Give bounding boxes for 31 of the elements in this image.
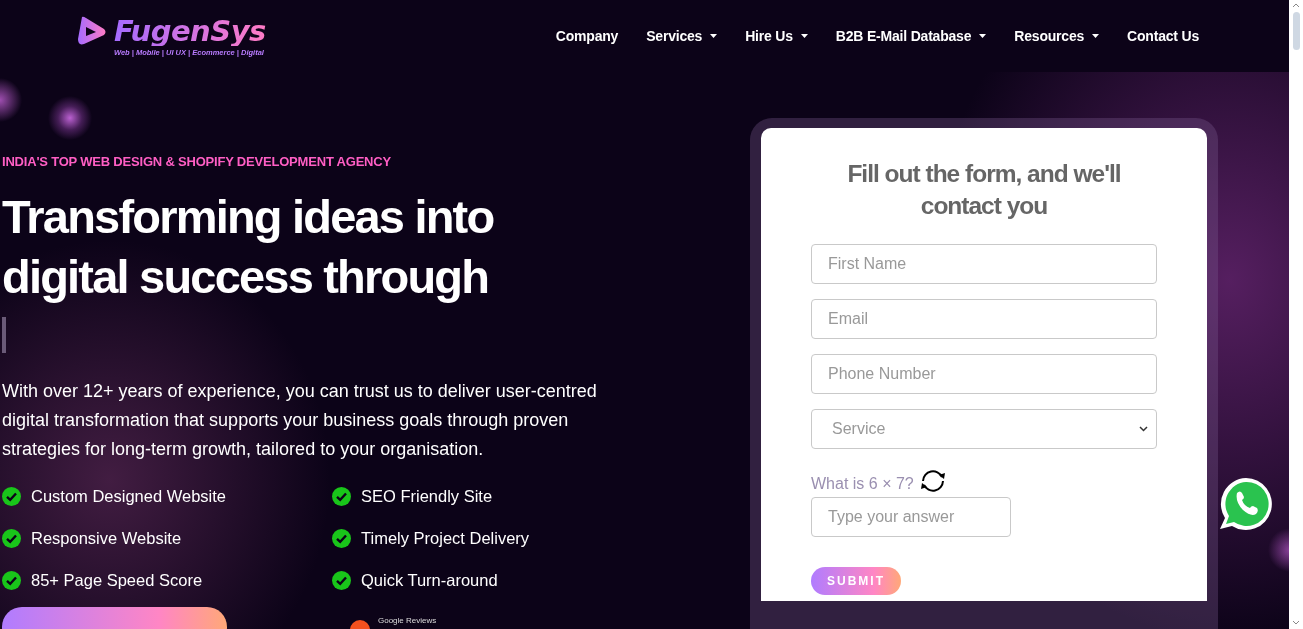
check-icon bbox=[332, 570, 351, 590]
chevron-icon bbox=[1139, 426, 1148, 432]
check-icon bbox=[332, 486, 351, 506]
nav-link[interactable]: Services bbox=[646, 28, 718, 44]
caret-icon bbox=[710, 34, 718, 38]
feature-text: Responsive Website bbox=[31, 528, 182, 549]
reviews-label: Google Reviews bbox=[378, 616, 437, 625]
caret-icon bbox=[979, 34, 987, 38]
nav-link[interactable]: Contact Us bbox=[1127, 28, 1199, 44]
hero-description: With over 12+ years of experience, you can trust us to deliver user-centred digital transformation that supports your business goals through proven strategies for long-term growth, tailored to your organisation. bbox=[2, 380, 598, 461]
feature-text: SEO Friendly Site bbox=[361, 486, 493, 507]
nav-link[interactable]: Hire Us bbox=[745, 28, 808, 44]
hero-heading: Transforming ideas into digital success through bbox=[2, 189, 494, 305]
feature-text: 85+ Page Speed Score bbox=[31, 570, 203, 591]
nav-link[interactable]: B2B E-Mail Database bbox=[835, 28, 987, 44]
hero-kicker: INDIA'S TOP WEB DESIGN & SHOPIFY DEVELOPMENT AGENCY bbox=[2, 154, 391, 169]
whatsapp-icon[interactable] bbox=[1218, 476, 1274, 532]
caret-icon bbox=[800, 34, 808, 38]
scroll-up-icon[interactable] bbox=[1292, 2, 1300, 8]
feature-text: Timely Project Delivery bbox=[361, 528, 530, 549]
form-title: Fill out the form, and we'll contact you bbox=[846, 159, 1122, 221]
nav-link[interactable]: Resources bbox=[1014, 28, 1100, 44]
captcha-question: What is 6 × 7? bbox=[811, 474, 914, 494]
feature-text: Custom Designed Website bbox=[31, 486, 227, 507]
nav-link[interactable]: Company bbox=[555, 28, 619, 44]
check-icon bbox=[332, 528, 351, 548]
scroll-down-icon[interactable] bbox=[1292, 620, 1300, 626]
typing-cursor bbox=[2, 317, 6, 353]
caret-icon bbox=[1092, 34, 1100, 38]
feature-text: Quick Turn-around bbox=[361, 570, 498, 591]
scrollbar-thumb[interactable] bbox=[1292, 12, 1300, 50]
